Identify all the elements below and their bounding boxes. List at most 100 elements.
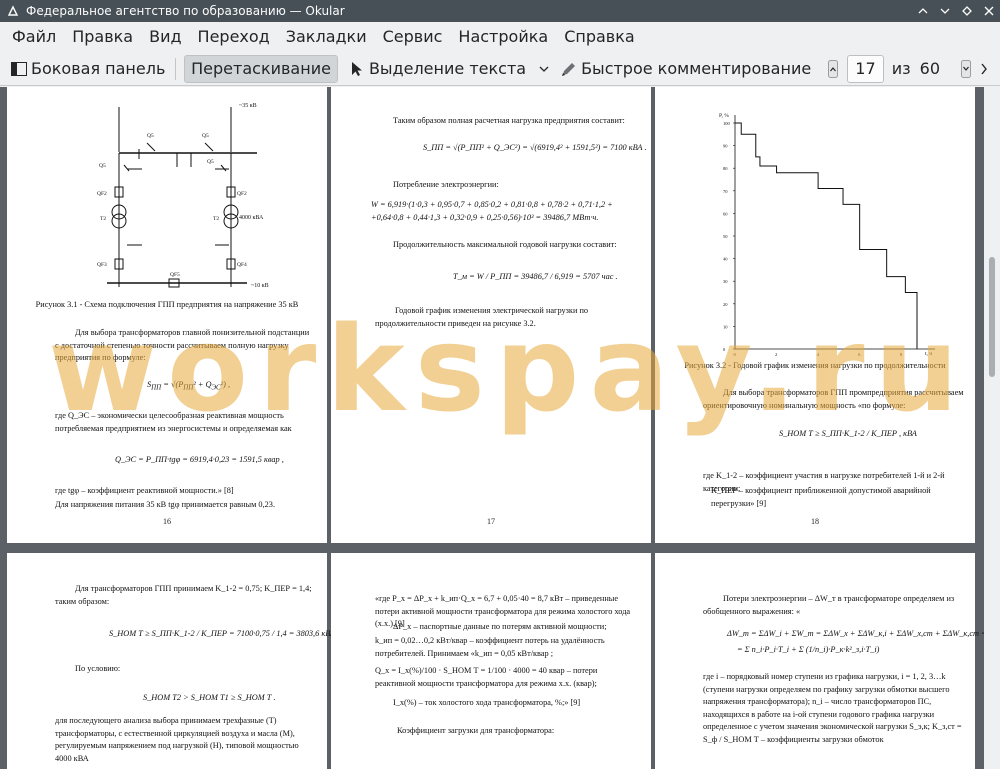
quick-annotation-button[interactable]: Быстрое комментирование — [554, 55, 817, 83]
page-number: 17 — [487, 517, 495, 526]
total-pages-label: 60 — [919, 59, 940, 78]
maximize-button[interactable] — [956, 0, 978, 22]
formula: Q_ЭС = P_ПП·tgφ = 6919,4·0,23 = 1591,5 к… — [115, 455, 284, 464]
x-tick-label: 6 — [858, 352, 861, 357]
page-19: Для трансформаторов ГПП принимаем K_1-2 … — [7, 553, 335, 769]
label-q5a: Q5 — [147, 133, 154, 139]
menu-tools[interactable]: Сервис — [375, 22, 451, 52]
formula: S_НОМ Т2 > S_НОМ Т1 ≥ S_НОМ Т . — [143, 693, 276, 702]
sidebar-icon — [10, 60, 28, 78]
paragraph: для последующего анализа выбора принимае… — [55, 716, 299, 763]
y-tick-label: 30 — [723, 279, 728, 284]
page-16: ~35 кВ ~10 кВ 4000 кВА Q5 Q5 Q5 Q5 QF2 Q… — [7, 87, 327, 543]
menu-settings[interactable]: Настройка — [450, 22, 556, 52]
x-tick-label: 8 — [900, 352, 903, 357]
label-qf3: QF3 — [97, 262, 107, 268]
x-tick-label: 2 — [775, 352, 777, 357]
current-page-input[interactable]: 17 — [847, 54, 884, 83]
x-tick-label: 0 — [734, 352, 737, 357]
main-toolbar: Боковая панель Перетаскивание Выделение … — [0, 52, 1000, 86]
paragraph: Для выбора трансформаторов ГПП промпредп… — [703, 388, 964, 410]
load-series-line — [735, 122, 918, 349]
formula: Q_x = I_x(%)/100 · S_НОМ Т = 1/100 · 400… — [375, 666, 598, 688]
paragraph: где tgφ – коэффициент реактивной мощност… — [55, 486, 234, 495]
paragraph: I_x(%) – ток холостого хода трансформато… — [393, 698, 581, 707]
paragraph: Таким образом полная расчетная нагрузка … — [393, 116, 625, 125]
keep-above-button[interactable] — [912, 0, 934, 22]
browse-tool-label: Перетаскивание — [191, 59, 331, 78]
sidebar-toggle-button[interactable]: Боковая панель — [4, 55, 171, 83]
scrollbar-thumb[interactable] — [989, 257, 995, 377]
text-select-label: Выделение текста — [368, 59, 527, 78]
menu-view[interactable]: Вид — [141, 22, 189, 52]
page-number: 18 — [811, 517, 819, 526]
x-tick-label: 4 — [817, 352, 820, 357]
cursor-arrow-icon — [348, 60, 366, 78]
paragraph: По условию: — [75, 664, 121, 673]
label-q5c: Q5 — [99, 163, 106, 169]
figure-caption-3-2: Рисунок 3.2 - Годовой график изменения н… — [684, 361, 946, 370]
y-tick-label: 10 — [723, 324, 728, 329]
text-select-tool-button[interactable]: Выделение текста — [342, 55, 532, 83]
menu-help[interactable]: Справка — [556, 22, 643, 52]
formula: S_ПП = √(P_ПП² + Q_ЭС²) = √(6919,4² + 15… — [423, 143, 647, 152]
paragraph: где Q_ЭС – экономически целесообразная р… — [55, 411, 292, 433]
minimize-button[interactable] — [934, 0, 956, 22]
formula-s-pp: SПП = √(PПП² + QЭС²) , — [147, 380, 231, 392]
okular-app-icon — [6, 4, 20, 18]
y-tick-label: 100 — [723, 121, 731, 126]
y-tick-label: 90 — [723, 144, 728, 149]
menu-bar: Файл Правка Вид Переход Закладки Сервис … — [0, 22, 1000, 52]
figure-caption-3-1: Рисунок 3.1 - Схема подключения ГПП пред… — [35, 300, 299, 309]
close-button[interactable] — [978, 0, 1000, 22]
menu-go[interactable]: Переход — [190, 22, 278, 52]
window-title: Федеральное агентство по образованию — O… — [26, 4, 345, 18]
y-tick-label: 40 — [723, 257, 728, 262]
formula: S_НОМ Т ≥ S_ПП·K_1-2 / K_ПЕР , кВА — [779, 429, 917, 438]
label-qf4: QF4 — [237, 262, 247, 268]
document-viewport[interactable]: ~35 кВ ~10 кВ 4000 кВА Q5 Q5 Q5 Q5 QF2 Q… — [0, 87, 1000, 769]
page-number: 16 — [163, 517, 171, 526]
y-tick-label: 50 — [723, 234, 728, 239]
y-tick-label: 70 — [723, 189, 728, 194]
title-bar: Федеральное агентство по образованию — O… — [0, 0, 1000, 22]
label-q5d: Q5 — [207, 159, 214, 165]
formula: = Σ n_i·P_i·T_i + Σ (1/n_i)·P_к·k²_з,i·T… — [737, 645, 880, 654]
paragraph: Продолжительность максимальной годовой н… — [393, 240, 617, 249]
substation-schematic: ~35 кВ ~10 кВ 4000 кВА Q5 Q5 Q5 Q5 QF2 Q… — [97, 103, 269, 289]
paragraph: Годовой график изменения электрической н… — [375, 306, 589, 328]
label-qf2a: QF2 — [97, 191, 107, 197]
vertical-scrollbar[interactable] — [984, 87, 1000, 769]
paragraph: ΔP_x – паспортные данные по потерям акти… — [393, 622, 607, 631]
page-21: Потери электроэнергии – ΔW_т в трансформ… — [655, 553, 987, 769]
paragraph: Для трансформаторов ГПП принимаем K_1-2 … — [55, 584, 312, 606]
paragraph: Потребление электроэнергии: — [393, 180, 499, 189]
axis-y-label: P, % — [719, 113, 729, 119]
paragraph: Для выбора трансформаторов главной пониз… — [55, 328, 310, 362]
menu-file[interactable]: Файл — [4, 22, 64, 52]
page-17: Таким образом полная расчетная нагрузка … — [331, 87, 651, 543]
formula: T_м = W / P_ПП = 39486,7 / 6,919 = 5707 … — [453, 272, 618, 281]
paragraph: Коэффициент загрузки для трансформатора: — [397, 726, 555, 735]
formula: +0,64·0,8 + 0,44·1,3 + 0,32·0,9 + 0,25·0… — [371, 213, 599, 222]
sidebar-toggle-label: Боковая панель — [31, 59, 166, 78]
toolbar-overflow-icon[interactable] — [978, 58, 990, 80]
browse-tool-button[interactable]: Перетаскивание — [184, 54, 338, 83]
label-4000kva: 4000 кВА — [239, 215, 264, 221]
menu-edit[interactable]: Правка — [64, 22, 141, 52]
page-18: P, % t, ч 0 10 20 30 40 50 60 70 80 90 100 0 2 4 6 8 Ри… — [655, 87, 975, 543]
label-qf5: QF5 — [170, 272, 180, 278]
y-tick-label: 60 — [723, 211, 728, 216]
menu-bookmarks[interactable]: Закладки — [278, 22, 375, 52]
chevron-down-icon[interactable] — [538, 58, 550, 80]
formula: ΔW_т = ΣΔW_i + ΣW_т = ΣΔW_x + ΣΔW_к,i + … — [727, 629, 987, 638]
paragraph: k_ип = 0,02…0,2 кВт/квар – коэффициент п… — [375, 636, 605, 658]
y-tick-label: 0 — [723, 347, 726, 352]
label-10kv: ~10 кВ — [251, 283, 269, 289]
formula: W = 6,919·(1·0,3 + 0,95·0,7 + 0,85·0,2 +… — [371, 200, 613, 209]
next-page-icon[interactable] — [960, 58, 972, 80]
y-tick-label: 80 — [723, 166, 728, 171]
previous-page-icon[interactable] — [827, 58, 839, 80]
toolbar-separator — [175, 57, 177, 80]
pen-icon — [560, 60, 578, 78]
